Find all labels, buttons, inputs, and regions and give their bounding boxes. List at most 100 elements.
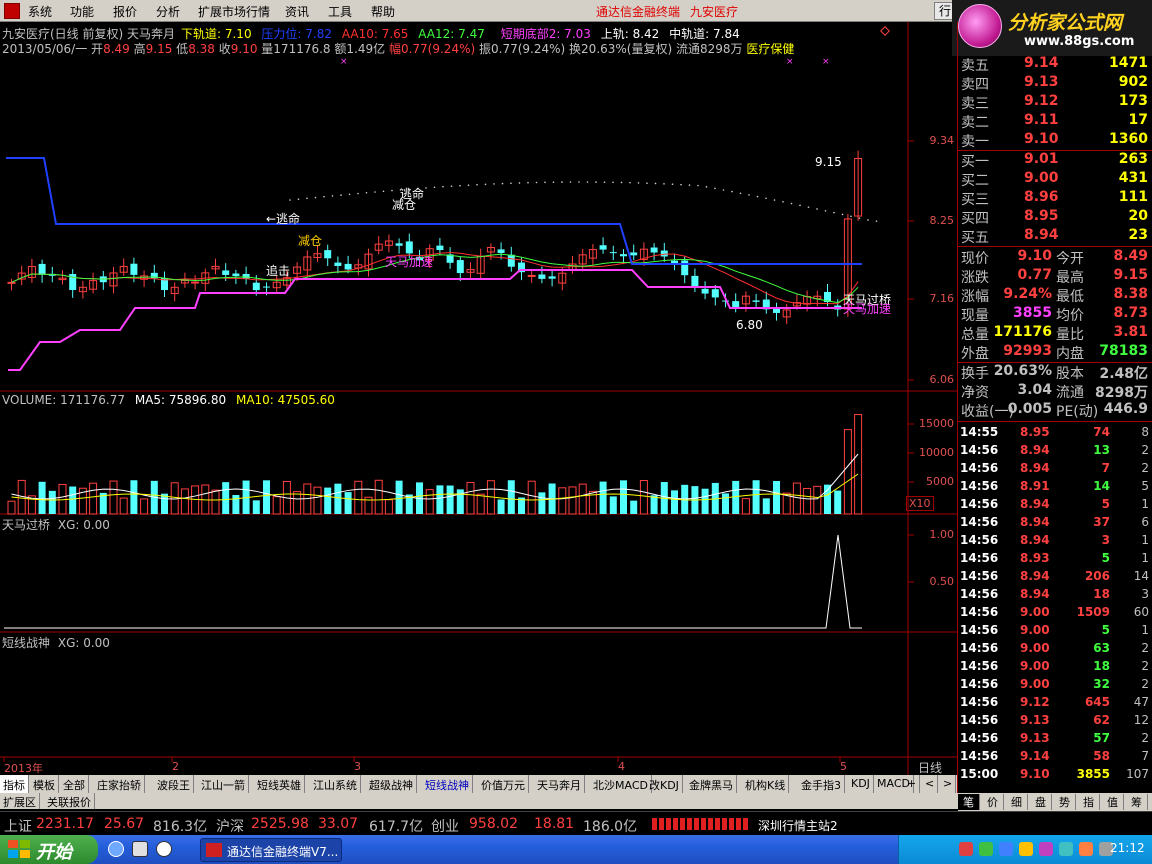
tab-indicator-8[interactable]: 超级战神 — [366, 775, 417, 793]
quicklaunch-ie-icon[interactable] — [108, 841, 124, 857]
tab-indicator-0[interactable]: 指标 — [0, 775, 29, 793]
tab-indicator-9[interactable]: 短线战神 — [422, 775, 473, 793]
quicklaunch-desktop-icon[interactable] — [132, 841, 148, 857]
buy-volume: 111 — [1118, 189, 1148, 205]
volume-bar — [701, 488, 709, 514]
volume-bar — [834, 490, 842, 514]
tab-indicator-3[interactable]: 庄家抬轿 — [94, 775, 145, 793]
upper-band-dot — [569, 181, 572, 183]
bridge-signal-line — [4, 534, 862, 629]
tab-nav-2-icon[interactable]: > — [940, 775, 957, 793]
tab-indicator-5[interactable]: 江山一箭 — [198, 775, 249, 793]
quicklaunch-media-icon[interactable] — [156, 841, 172, 857]
rtab-1[interactable]: 价 — [982, 794, 1004, 810]
upper-band-dot — [552, 181, 555, 183]
tab-indicator-2[interactable]: 全部 — [60, 775, 89, 793]
rtab-2[interactable]: 细 — [1006, 794, 1028, 810]
stat2-label-2: PE(动) — [1056, 404, 1099, 420]
upper-band-dot — [671, 183, 674, 186]
tick-volume: 206 — [1084, 569, 1110, 583]
stat-value: 92993 — [1003, 343, 1052, 359]
tab-indicator-13[interactable]: 改KDJ — [646, 775, 683, 793]
rtab-0[interactable]: 笔 — [958, 794, 980, 810]
tray-icon-1[interactable] — [979, 842, 993, 856]
stat-value-2: 8.49 — [1113, 248, 1148, 264]
upper-band-dot — [306, 197, 308, 200]
stat-row-5: 外盘 92993 内盘 78183 — [958, 343, 1152, 362]
stat-label: 现量 — [961, 308, 989, 324]
sell-row-1[interactable]: 卖四 9.13 902 — [958, 74, 1152, 93]
tab-indicator-1[interactable]: 模板 — [30, 775, 59, 793]
tab-indicator-7[interactable]: 江山系统 — [310, 775, 361, 793]
sell-row-0[interactable]: 卖五 9.14 1471 — [958, 55, 1152, 74]
rtab-7[interactable]: 筹 — [1126, 794, 1148, 810]
tab-nav-1-icon[interactable]: < — [922, 775, 939, 793]
top-marker-icon: × — [822, 57, 830, 67]
volume-bar — [109, 480, 118, 515]
tick-volume: 63 — [1093, 641, 1110, 655]
upper-band-dot — [799, 204, 801, 207]
date-tick-1: 2 — [172, 760, 179, 773]
tray-icon-6[interactable] — [1079, 842, 1093, 856]
tab-indicator-12[interactable]: 北沙MACD — [590, 775, 652, 793]
buy-price: 9.01 — [1024, 151, 1059, 167]
buy-row-2[interactable]: 买三 8.96 111 — [958, 189, 1152, 208]
upper-band-dot — [365, 191, 368, 194]
tray-icon-5[interactable] — [1059, 842, 1073, 856]
period-label[interactable]: 日线 — [918, 759, 942, 776]
tick-count: 2 — [1141, 731, 1149, 745]
stat-row-3: 现量 3855 均价 8.73 — [958, 305, 1152, 324]
tab-related-quote[interactable]: 关联报价 — [44, 793, 95, 809]
logo-text: 分析家公式网 — [1008, 12, 1123, 34]
tab-indicator-15[interactable]: 机构K线 — [742, 775, 790, 793]
buy-price: 9.00 — [1024, 170, 1059, 186]
buy-price: 8.95 — [1024, 208, 1059, 224]
taskbar-app-item[interactable]: 通达信金融终端V7... — [200, 838, 342, 862]
upper-band-dot — [518, 182, 521, 184]
idx-hs-label: 沪深 — [216, 819, 244, 835]
sell-row-4[interactable]: 卖一 9.10 1360 — [958, 131, 1152, 150]
buy-row-0[interactable]: 买一 9.01 263 — [958, 151, 1152, 170]
upper-band-dot — [688, 184, 691, 186]
tray-icon-3[interactable] — [1019, 842, 1033, 856]
tick-time: 14:56 — [960, 641, 999, 655]
rtab-6[interactable]: 值 — [1102, 794, 1124, 810]
tick-volume: 3 — [1101, 533, 1110, 547]
tray-icon-0[interactable] — [959, 842, 973, 856]
tab-indicator-17[interactable]: KDJ — [848, 775, 874, 793]
tick-volume: 74 — [1093, 425, 1110, 439]
sell-label: 卖二 — [961, 115, 989, 131]
buy-row-3[interactable]: 买四 8.95 20 — [958, 208, 1152, 227]
tray-icon-4[interactable] — [1039, 842, 1053, 856]
tab-indicator-6[interactable]: 短线英雄 — [254, 775, 305, 793]
buy-row-1[interactable]: 买二 9.00 431 — [958, 170, 1152, 189]
buy-row-4[interactable]: 买五 8.94 23 — [958, 227, 1152, 246]
indicator-tabs: 指标 模板 全部 庄家抬轿 波段王 江山一箭 短线英雄 江山系统 超级战神 短线战神 价值万元 天马奔… — [0, 775, 958, 793]
rtab-5[interactable]: 指 — [1078, 794, 1100, 810]
stat2-label-2: 股本 — [1056, 366, 1084, 382]
sell-row-3[interactable]: 卖二 9.11 17 — [958, 112, 1152, 131]
volume-bar — [773, 480, 780, 514]
tab-ext-area[interactable]: 扩展区 — [0, 793, 40, 809]
tab-indicator-4[interactable]: 波段王 — [154, 775, 194, 793]
tab-indicator-10[interactable]: 价值万元 — [478, 775, 529, 793]
tick-row: 14:56 8.91 14 5 — [958, 478, 1152, 496]
sell-row-2[interactable]: 卖三 9.12 173 — [958, 93, 1152, 112]
stat-value-2: 8.73 — [1113, 305, 1148, 321]
rtab-3[interactable]: 盘 — [1030, 794, 1052, 810]
server-station[interactable]: 深圳行情主站2 — [758, 817, 838, 834]
upper-band-dot — [357, 192, 359, 195]
tick-time: 14:56 — [960, 605, 999, 619]
stat2-row-2: 收益(一) 0.005 PE(动) 446.9 — [958, 401, 1152, 420]
sep-ticks — [958, 421, 1152, 422]
tab-indicator-14[interactable]: 金牌黑马 — [686, 775, 737, 793]
tick-price: 8.94 — [1020, 443, 1050, 457]
upper-band-dot — [790, 202, 793, 205]
tab-indicator-16[interactable]: 金手指3 — [798, 775, 845, 793]
rtab-4[interactable]: 势 — [1054, 794, 1076, 810]
chart-canvas[interactable]: × × × — [0, 0, 958, 775]
tray-icon-2[interactable] — [999, 842, 1013, 856]
tab-nav-0-icon[interactable]: + — [904, 775, 921, 793]
tick-time: 14:56 — [960, 533, 999, 547]
tab-indicator-11[interactable]: 天马奔月 — [534, 775, 585, 793]
